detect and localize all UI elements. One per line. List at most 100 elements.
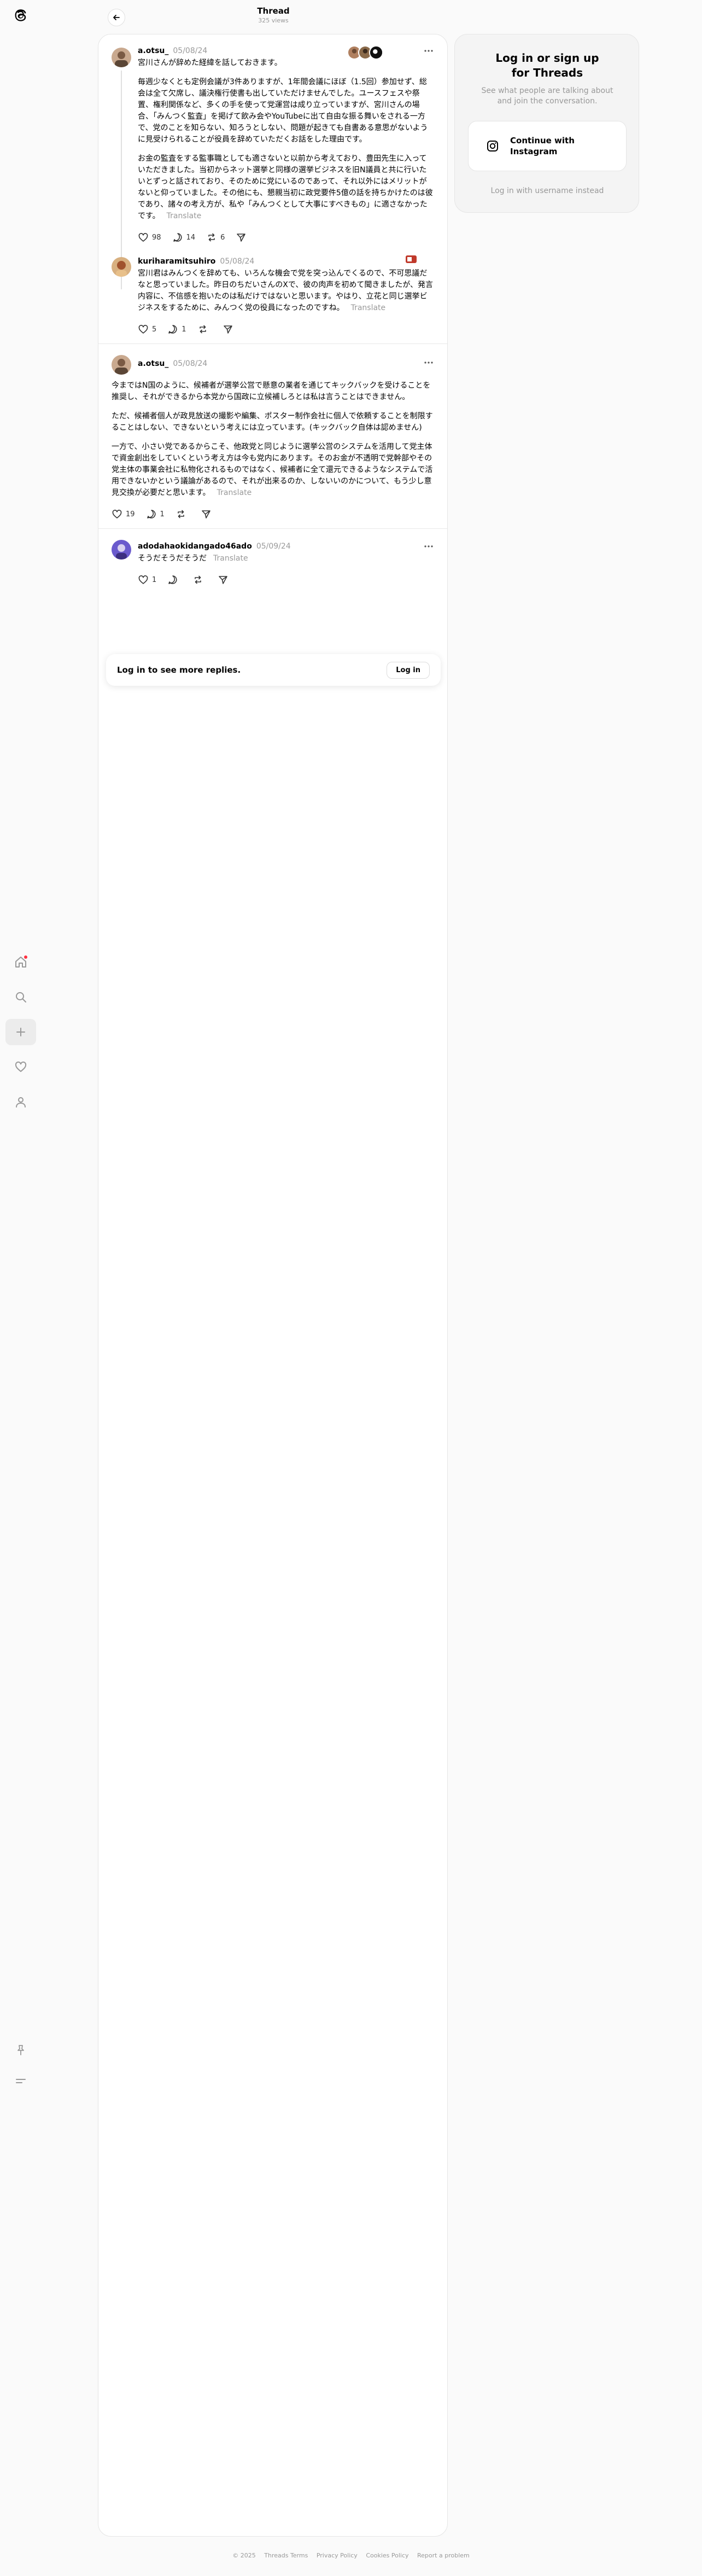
view-count: 325 views [258,17,289,24]
nav-search[interactable] [5,984,36,1010]
reply-button[interactable] [167,574,182,585]
signup-subtitle: See what people are talking about and jo… [481,86,613,106]
repost-count: 6 [220,233,225,242]
nav-create[interactable] [5,1019,36,1045]
share-button[interactable] [223,324,237,335]
login-button[interactable]: Log in [387,661,430,679]
continue-with-instagram-button[interactable]: Continue with Instagram [468,121,627,171]
post-paragraph: 宮川君はみんつくを辞めても、いろんな機会で党を突っ込んでくるので、不可思議だなと… [138,269,434,312]
plus-icon [16,1028,25,1036]
threads-logo[interactable] [12,7,30,24]
footer-report-link[interactable]: Report a problem [417,2552,470,2559]
post-paragraph: お金の監査をする監事職としても適さないと以前から考えており、豊田先生に入っていた… [138,154,433,220]
repost-icon [178,510,184,518]
reply-button[interactable]: 1 [167,324,186,335]
repost-button[interactable] [197,324,212,335]
heart-icon [15,1061,27,1072]
reply-avatars [347,45,383,60]
repost-icon [208,233,215,242]
post-paragraph: ただ、候補者個人が政見放送の撮影や編集、ポスター制作会社に個人で依頼することを制… [112,412,433,432]
notification-dot [24,955,27,959]
more-options-icon[interactable] [423,358,434,367]
nav-menu[interactable] [5,2068,36,2094]
reply-button[interactable]: 1 [146,509,165,520]
comment-icon [173,233,182,242]
post-username[interactable]: a.otsu_ [138,359,168,368]
post-date[interactable]: 05/08/24 [220,257,254,266]
post-username[interactable]: a.otsu_ [138,46,168,55]
avatar[interactable] [112,355,131,375]
pin-icon [17,2045,24,2055]
translate-link[interactable]: Translate [167,212,202,220]
nav-home[interactable] [5,949,36,975]
instagram-button-label: Continue with Instagram [510,136,575,156]
post-username[interactable]: adodahaokidangado46ado [138,542,252,551]
send-icon [237,234,246,242]
instagram-icon [487,141,498,151]
translate-link[interactable]: Translate [217,488,252,497]
send-icon [202,510,210,518]
post-text: 宮川君はみんつくを辞めても、いろんな機会で党を突っ込んでくるので、不可思議だなと… [138,268,434,314]
share-button[interactable] [201,509,215,520]
footer: © 2025 Threads Terms Privacy Policy Cook… [0,2552,702,2559]
repost-button[interactable] [192,574,207,585]
footer-copyright: © 2025 [232,2552,256,2559]
comment-icon [168,325,177,334]
post-text: そうだそうだそうだ Translate [138,553,434,564]
footer-terms-link[interactable]: Threads Terms [264,2552,308,2559]
post-date[interactable]: 05/08/24 [173,359,207,368]
search-icon [16,992,26,1003]
arrow-left-icon [113,15,120,20]
heart-icon [138,575,148,584]
translate-link[interactable]: Translate [213,554,248,563]
share-button[interactable] [218,574,232,585]
translate-link[interactable]: Translate [351,304,386,312]
repost-icon [199,325,206,334]
login-username-link[interactable]: Log in with username instead [455,187,640,195]
sidebar-bottom [5,2037,36,2099]
more-options-icon[interactable] [423,46,434,55]
footer-privacy-link[interactable]: Privacy Policy [317,2552,358,2559]
post-paragraph: 今まではN国のように、候補者が選挙公営で懸意の業者を通じてキックバックを受けるこ… [112,381,431,401]
post-text: 今まではN国のように、候補者が選挙公営で懸意の業者を通じてキックバックを受けるこ… [112,380,434,499]
like-button[interactable]: 98 [138,232,161,243]
post-paragraph: 宮川さんが辞めた経緯を話しておきます。 [138,59,282,67]
like-count: 5 [152,325,157,334]
repost-button[interactable]: 6 [206,232,225,243]
thread-column: a.otsu_ 05/08/24 宮川さんが辞めた経緯を話しておきます。 毎週少… [98,34,448,2537]
sidebar-nav [5,949,36,1124]
post-paragraph: 毎週少なくとも定例会議が3件ありますが、1年間会議にほぼ（1.5回）参加せず、総… [138,78,428,144]
post-username[interactable]: kuriharamitsuhiro [138,257,215,266]
like-button[interactable]: 1 [138,574,156,585]
like-button[interactable]: 5 [138,324,156,335]
send-icon [223,325,232,334]
footer-cookies-link[interactable]: Cookies Policy [366,2552,408,2559]
avatar[interactable] [112,257,131,277]
nav-activity[interactable] [5,1054,36,1080]
share-button[interactable] [236,232,250,243]
reply-count: 1 [160,510,165,518]
like-count: 1 [152,575,157,584]
post-actions: 19 1 [112,506,434,522]
nav-profile[interactable] [5,1089,36,1115]
nav-pin[interactable] [5,2037,36,2064]
thread-post: kuriharamitsuhiro 05/08/24 宮川君はみんつくを辞めても… [98,252,447,343]
comment-icon [168,575,177,584]
send-icon [219,576,228,584]
repost-button[interactable] [176,509,190,520]
post-actions: 5 1 [138,322,434,337]
reply-count: 1 [182,325,186,334]
back-button[interactable] [108,9,125,26]
post-date[interactable]: 05/08/24 [173,46,207,55]
menu-icon [16,2079,26,2083]
more-options-icon[interactable] [423,542,434,551]
signup-card: Log in or sign up for Threads See what p… [454,34,639,213]
heart-icon [112,510,122,518]
avatar[interactable] [112,48,131,67]
reply-button[interactable]: 14 [172,232,195,243]
thread-post: adodahaokidangado46ado 05/09/24 そうだそうだそう… [98,528,447,594]
like-count: 98 [152,233,161,242]
avatar[interactable] [112,540,131,560]
post-date[interactable]: 05/09/24 [256,542,291,551]
like-button[interactable]: 19 [112,509,135,520]
